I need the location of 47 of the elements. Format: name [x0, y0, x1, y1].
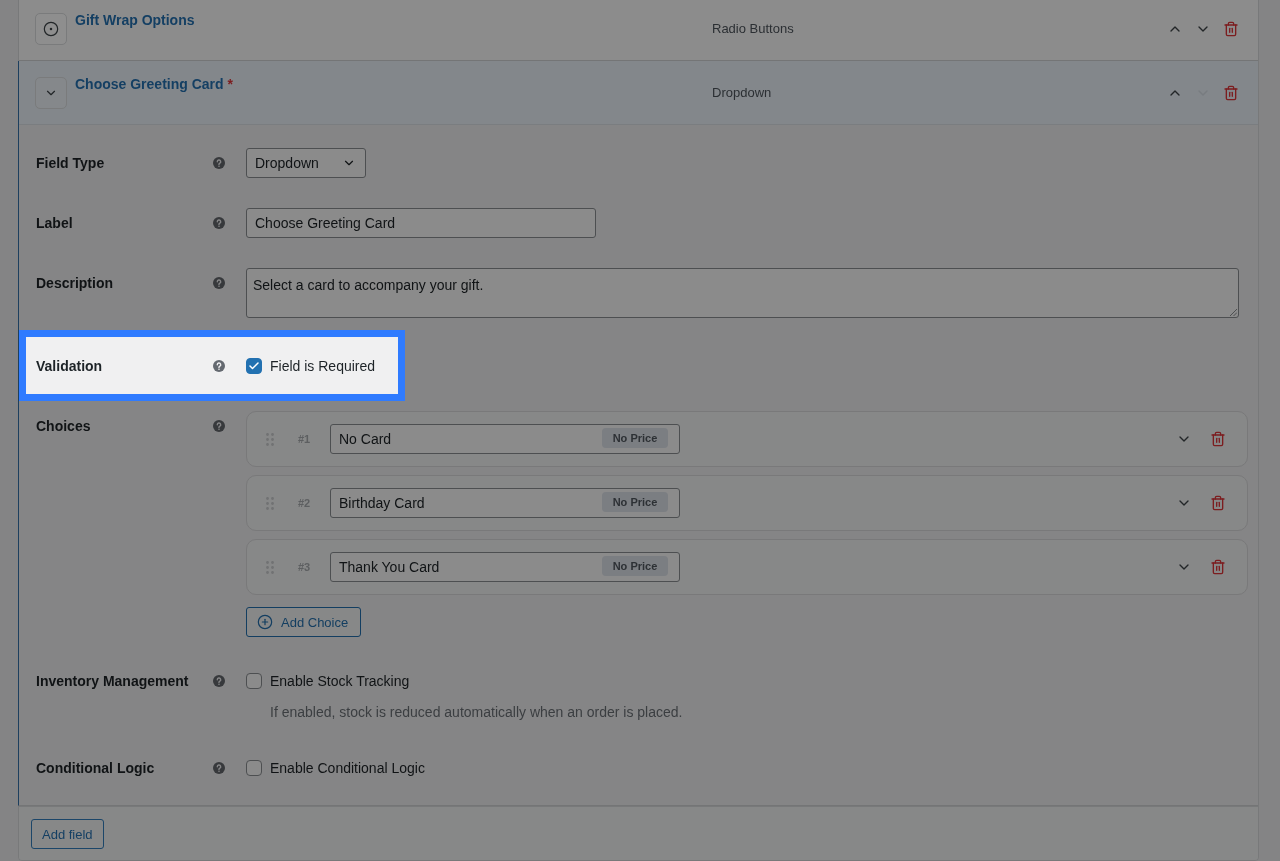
description-textarea[interactable]: Select a card to accompany your gift.: [246, 268, 1239, 318]
setting-label: Validation: [36, 357, 104, 376]
help-icon[interactable]: [213, 675, 225, 687]
setting-label: Description: [36, 274, 114, 293]
price-badge: No Price: [602, 556, 668, 576]
add-field-button[interactable]: Add field: [31, 819, 104, 849]
help-icon[interactable]: [213, 277, 225, 289]
field-toggle-button[interactable]: [35, 13, 67, 45]
price-badge: No Price: [602, 492, 668, 512]
trash-icon: [1210, 495, 1226, 511]
setting-label: Inventory Management: [36, 672, 190, 691]
field-toggle-button[interactable]: [35, 77, 67, 109]
checkbox[interactable]: [246, 760, 262, 776]
field-type-label: Dropdown: [712, 84, 773, 102]
setting-label: Choices: [36, 417, 92, 436]
required-asterisk: *: [227, 75, 234, 94]
setting-label: Field Type: [36, 154, 106, 173]
checkbox-label[interactable]: Enable Stock Tracking: [270, 671, 410, 691]
setting-label: Conditional Logic: [36, 759, 156, 778]
field-header[interactable]: Choose Greeting Card * Dropdown: [19, 61, 1258, 125]
radio-icon: [43, 21, 59, 37]
setting-label: Label: [36, 214, 74, 233]
checkbox-label[interactable]: Field is Required: [270, 356, 376, 376]
price-badge: No Price: [602, 428, 668, 448]
plus-circle-icon: [257, 614, 273, 630]
trash-icon: [1223, 21, 1239, 37]
text-input[interactable]: Choose Greeting Card: [246, 208, 596, 238]
add-choice-button[interactable]: Add Choice: [246, 607, 362, 637]
trash-icon: [1223, 85, 1239, 101]
field-title[interactable]: Choose Greeting Card: [75, 74, 224, 94]
field-type-label: Radio Buttons: [712, 20, 795, 38]
help-icon[interactable]: [213, 217, 225, 229]
help-icon[interactable]: [213, 762, 225, 774]
checkbox[interactable]: [246, 673, 262, 689]
trash-icon: [1210, 431, 1226, 447]
trash-icon: [1210, 559, 1226, 575]
checkmark-icon: [248, 360, 260, 372]
resize-handle-icon[interactable]: [1229, 308, 1237, 316]
help-icon[interactable]: [213, 420, 225, 432]
help-icon[interactable]: [213, 360, 225, 372]
help-icon[interactable]: [213, 157, 225, 169]
checkbox-label[interactable]: Enable Conditional Logic: [270, 758, 425, 778]
field-title[interactable]: Gift Wrap Options: [75, 10, 195, 30]
field-header[interactable]: Gift Wrap Options Radio Buttons: [19, 0, 1258, 60]
field-type-select[interactable]: Dropdown: [246, 148, 366, 178]
checkbox[interactable]: [246, 358, 262, 374]
help-text: If enabled, stock is reduced automatically when an order is placed.: [270, 703, 684, 722]
